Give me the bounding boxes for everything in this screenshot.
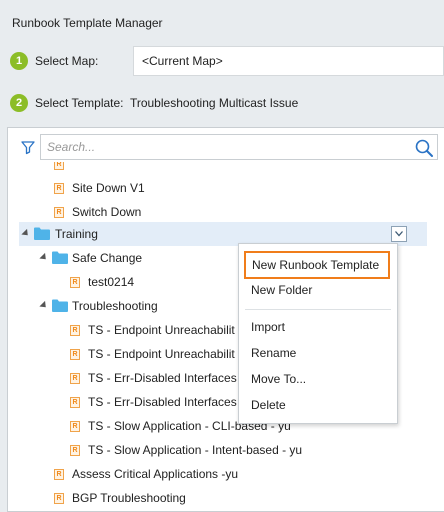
tree-row-label: Troubleshooting [72,299,158,313]
filter-icon [21,141,35,155]
tree-row-label: Safe Change [72,251,143,265]
runbook-icon: R [70,325,80,336]
folder-icon [52,251,68,264]
menu-item-delete[interactable]: Delete [251,394,286,416]
menu-item-rename[interactable]: Rename [251,342,296,364]
select-map-label: Select Map: [35,54,99,68]
tree-row-label: Training [55,227,98,241]
runbook-icon: R [70,397,80,408]
map-select-field[interactable]: <Current Map> [133,46,444,76]
menu-item-import[interactable]: Import [251,316,285,338]
tree-row-label: Site Down V1 [72,181,145,195]
tree-row-label: TS - Endpoint Unreachabilit [88,323,235,337]
context-menu: New Runbook Template New Folder Import R… [238,243,398,424]
selected-template-value: Troubleshooting Multicast Issue [129,96,299,110]
tree-row-label: Switch Down [72,205,142,219]
select-template-text: Select Template: [35,96,124,110]
tree-row[interactable]: R Assess Critical Applications -yu [8,462,428,486]
menu-item-new-runbook-template[interactable]: New Runbook Template [244,251,390,279]
tree-row-label: BGP Troubleshooting [72,491,186,505]
tree-row[interactable]: R TS - Slow Application - Intent-based -… [8,438,428,462]
tree-row-label: Assess Critical Applications -yu [72,467,239,481]
search-button[interactable] [413,137,435,159]
folder-icon [34,227,50,240]
step-2-badge: 2 [10,94,28,112]
tree-row-label: TS - Err-Disabled Interfaces [88,371,237,385]
runbook-icon: R [54,493,64,504]
step-1-badge: 1 [10,52,28,70]
tree-row-label: TS - Err-Disabled Interfaces [88,395,237,409]
expand-arrow-icon[interactable] [21,228,31,239]
tree-row-label: TS - Slow Application - Intent-based - y… [88,443,303,457]
tree-scrollbar[interactable] [436,162,444,512]
folder-icon [52,299,68,312]
tree-row[interactable]: R Site Down V1 [8,176,428,200]
tree-row[interactable]: R Switch Down [8,200,428,224]
runbook-icon: R [70,277,80,288]
select-template-label: Select Template: Troubleshooting Multica… [35,96,298,110]
menu-item-new-folder[interactable]: New Folder [251,279,312,301]
tree-row[interactable]: R BGP Troubleshooting [8,486,428,510]
filter-button[interactable] [17,136,39,158]
search-icon [415,139,433,157]
title-bar: Runbook Template Manager [0,0,444,40]
chevron-down-icon [395,231,403,237]
runbook-icon: R [70,445,80,456]
runbook-icon: R [54,162,64,170]
runbook-icon: R [70,373,80,384]
tree-row-cutoff[interactable]: R [8,162,428,176]
runbook-icon: R [70,421,80,432]
expand-arrow-icon[interactable] [39,252,49,263]
tree-row-label: test0214 [88,275,135,289]
runbook-icon: R [70,349,80,360]
menu-item-move-to[interactable]: Move To... [251,368,306,390]
row-menu-dropdown[interactable] [391,226,407,242]
menu-divider [245,309,391,310]
expand-arrow-icon[interactable] [39,300,49,311]
runbook-icon: R [54,183,64,194]
search-box [40,134,438,160]
runbook-icon: R [54,207,64,218]
window-title: Runbook Template Manager [12,16,163,30]
runbook-icon: R [54,469,64,480]
tree-row-label: TS - Endpoint Unreachabilit [88,347,235,361]
search-input[interactable] [41,135,401,159]
